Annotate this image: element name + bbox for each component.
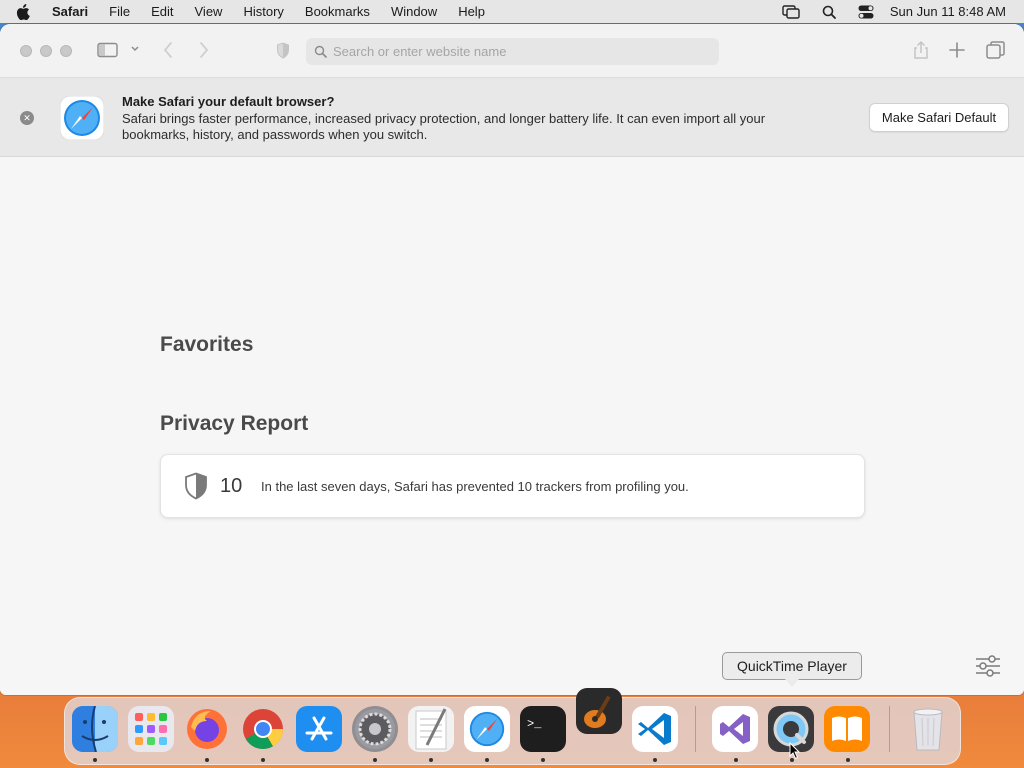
- dock-separator: [889, 706, 890, 752]
- menu-window[interactable]: Window: [391, 4, 437, 19]
- svg-text:>_: >_: [527, 717, 542, 731]
- tracker-count: 10: [220, 474, 243, 497]
- menu-file[interactable]: File: [109, 4, 130, 19]
- running-indicator: [541, 758, 545, 762]
- forward-icon[interactable]: [199, 41, 209, 59]
- safari-logo-icon: [59, 95, 105, 145]
- make-safari-default-button[interactable]: Make Safari Default: [869, 103, 1009, 132]
- safari-icon[interactable]: [464, 706, 510, 752]
- running-indicator: [846, 758, 850, 762]
- garageband-icon[interactable]: [576, 688, 622, 734]
- control-center-icon[interactable]: [858, 5, 874, 19]
- books-icon[interactable]: [824, 706, 870, 752]
- close-banner-icon[interactable]: ✕: [20, 111, 34, 125]
- tooltip-tail: [785, 679, 799, 687]
- toolbar: [0, 24, 1024, 78]
- privacy-report-card[interactable]: 10 In the last seven days, Safari has pr…: [160, 454, 865, 518]
- dock-tooltip: QuickTime Player: [722, 652, 862, 680]
- sidebar-toggle-icon[interactable]: [97, 42, 119, 58]
- customize-start-page-icon[interactable]: [975, 655, 1001, 682]
- banner-description: Safari brings faster performance, increa…: [122, 111, 766, 142]
- search-icon: [314, 45, 327, 58]
- safari-window: ✕ Make Safari your default browser? Safa…: [0, 24, 1024, 695]
- running-indicator: [205, 758, 209, 762]
- trash-icon[interactable]: [905, 706, 951, 752]
- textedit-icon[interactable]: [408, 706, 454, 752]
- back-icon[interactable]: [163, 41, 173, 59]
- running-indicator: [485, 758, 489, 762]
- system-preferences-icon[interactable]: [352, 706, 398, 752]
- vscode-icon[interactable]: [632, 706, 678, 752]
- visual-studio-icon[interactable]: [712, 706, 758, 752]
- tab-overview-icon[interactable]: [986, 41, 1005, 59]
- chrome-icon[interactable]: [240, 706, 286, 752]
- default-browser-banner: ✕ Make Safari your default browser? Safa…: [0, 78, 1024, 157]
- minimize-window-button[interactable]: [40, 44, 52, 57]
- menu-app-name[interactable]: Safari: [52, 4, 88, 19]
- running-indicator: [93, 758, 97, 762]
- launchpad-icon[interactable]: [128, 706, 174, 752]
- firefox-icon[interactable]: [184, 706, 230, 752]
- address-bar[interactable]: [306, 38, 719, 65]
- spotlight-search-icon[interactable]: [822, 5, 836, 19]
- banner-title: Make Safari your default browser?: [122, 94, 335, 109]
- mouse-cursor-icon: [789, 741, 801, 765]
- privacy-report-title: Privacy Report: [160, 412, 309, 435]
- dock-separator: [695, 706, 696, 752]
- close-window-button[interactable]: [20, 44, 32, 57]
- chevron-down-icon[interactable]: [130, 45, 140, 53]
- share-icon[interactable]: [912, 40, 930, 60]
- zoom-window-button[interactable]: [60, 44, 72, 57]
- menu-bar: Safari File Edit View History Bookmarks …: [0, 0, 1024, 23]
- finder-icon[interactable]: [72, 706, 118, 752]
- menu-history[interactable]: History: [243, 4, 283, 19]
- apple-menu-icon[interactable]: [16, 3, 38, 20]
- running-indicator: [734, 758, 738, 762]
- running-indicator: [373, 758, 377, 762]
- menu-help[interactable]: Help: [458, 4, 485, 19]
- terminal-icon[interactable]: >_: [520, 706, 566, 752]
- menu-clock[interactable]: Sun Jun 11 8:48 AM: [890, 4, 1006, 19]
- menu-view[interactable]: View: [195, 4, 223, 19]
- privacy-shield-icon[interactable]: [276, 42, 290, 59]
- running-indicator: [653, 758, 657, 762]
- running-indicator: [261, 758, 265, 762]
- screen-mirroring-icon[interactable]: [782, 4, 800, 19]
- menu-bookmarks[interactable]: Bookmarks: [305, 4, 370, 19]
- favorites-title: Favorites: [160, 333, 254, 356]
- search-input[interactable]: [333, 44, 713, 59]
- running-indicator: [429, 758, 433, 762]
- privacy-message: In the last seven days, Safari has preve…: [261, 478, 689, 494]
- privacy-shield-icon: [184, 472, 208, 500]
- new-tab-icon[interactable]: [949, 42, 965, 58]
- window-controls: [20, 44, 80, 57]
- start-page: Favorites Privacy Report 10 In the last …: [0, 157, 1024, 695]
- app-store-icon[interactable]: [296, 706, 342, 752]
- menu-edit[interactable]: Edit: [151, 4, 173, 19]
